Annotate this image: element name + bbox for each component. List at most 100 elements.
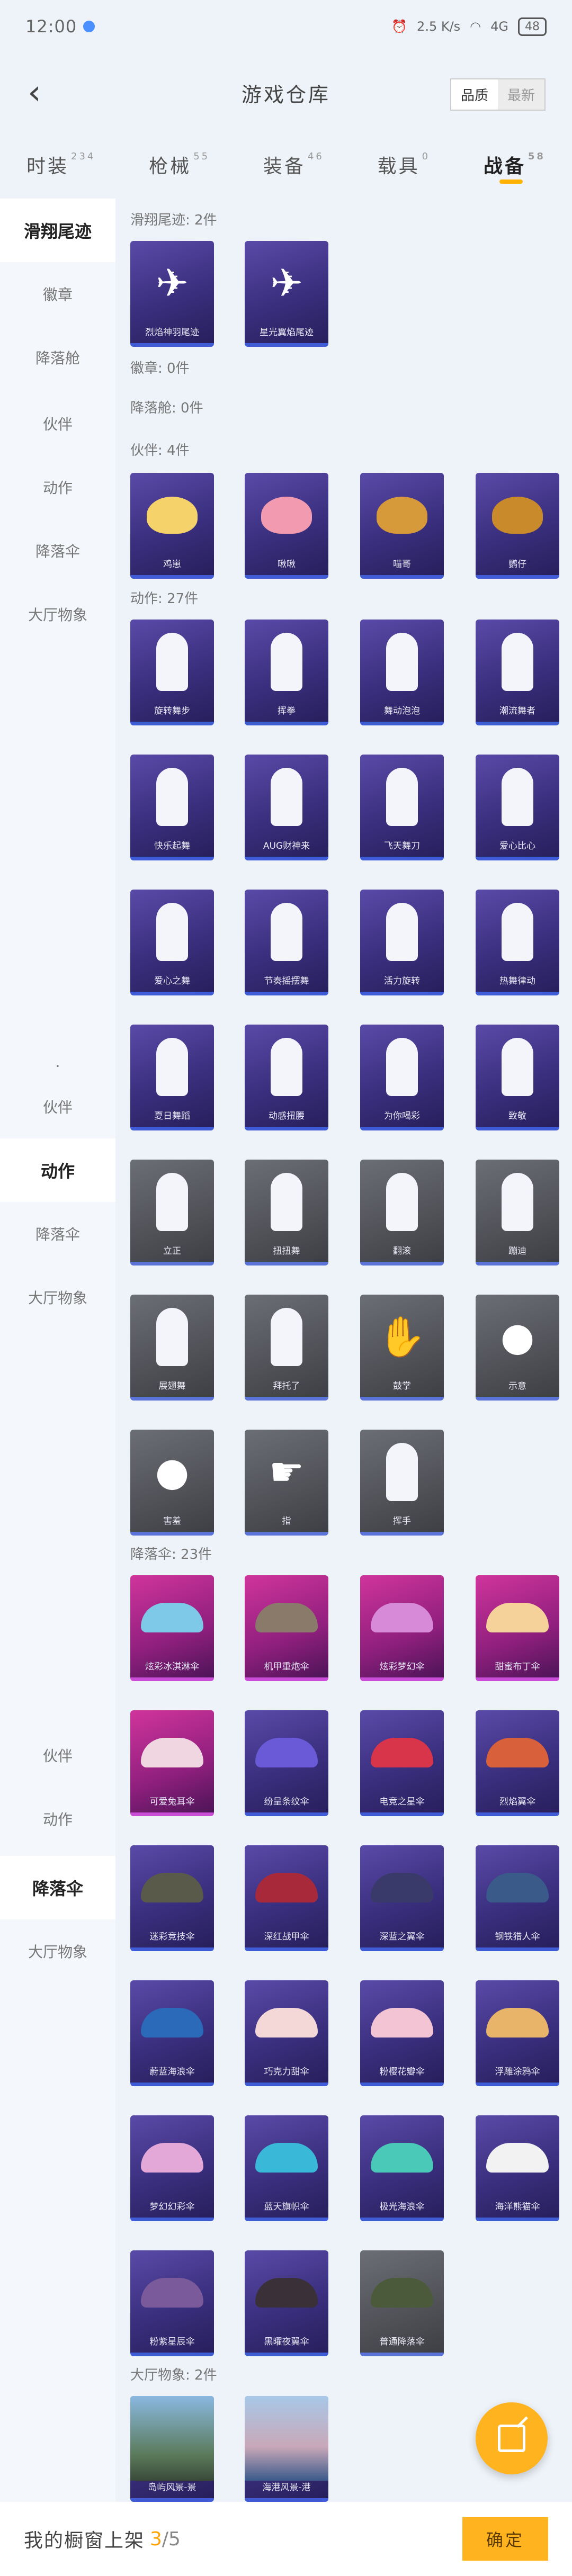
item-card[interactable]: 电竞之星伞 (360, 1710, 444, 1816)
item-card[interactable]: ● 害羞 (130, 1430, 214, 1536)
item-card[interactable]: 喵哥 (360, 473, 444, 579)
item-card[interactable]: 烈焰翼伞 (476, 1710, 559, 1816)
item-card[interactable]: 炫彩冰淇淋伞 (130, 1575, 214, 1681)
item-card[interactable]: 旋转舞步 (130, 620, 214, 725)
item-card[interactable]: 节奏摇摆舞 (245, 890, 328, 995)
item-card[interactable]: 深蓝之翼伞 (360, 1845, 444, 1951)
item-card[interactable]: 岛屿风景-景 (130, 2396, 214, 2502)
item-card[interactable]: ✈ 星光翼焰尾迹 (245, 241, 328, 347)
item-card[interactable]: 拜托了 (245, 1295, 328, 1401)
item-card[interactable]: 致敬 (476, 1025, 559, 1130)
tab-guns[interactable]: 枪械 55 (149, 140, 210, 193)
item-card[interactable]: 挥手 (360, 1430, 444, 1536)
sort-toggle[interactable]: 品质 最新 (450, 78, 546, 111)
item-card[interactable]: 甜蜜布丁伞 (476, 1575, 559, 1681)
sidebar-item-emote[interactable]: 动作 (0, 1138, 115, 1202)
item-card[interactable]: 机甲重炮伞 (245, 1575, 328, 1681)
sidebar-item-lobby[interactable]: 大厅物象 (0, 1919, 115, 1983)
dancer-icon (476, 755, 559, 839)
item-card[interactable]: 挥拳 (245, 620, 328, 725)
figure-icon (130, 1160, 214, 1244)
tab-equipment[interactable]: 装备 46 (263, 140, 324, 193)
sidebar-item-partner[interactable]: 伙伴 (0, 1724, 115, 1787)
item-card[interactable]: 立正 (130, 1160, 214, 1265)
item-label: 烈焰翼伞 (499, 1797, 535, 1807)
item-card[interactable]: 巧克力甜伞 (245, 1980, 328, 2086)
item-card[interactable]: 飞天舞刀 (360, 755, 444, 860)
item-card[interactable]: ✋ 鼓掌 (360, 1295, 444, 1401)
item-card[interactable]: 爱心比心 (476, 755, 559, 860)
figure-icon (130, 1295, 214, 1379)
item-card[interactable]: 普通降落伞 (360, 2250, 444, 2356)
item-card[interactable]: 鸡崽 (130, 473, 214, 579)
item-label: 翻滚 (393, 1246, 411, 1256)
sidebar-item-pod[interactable]: 降落舱 (0, 326, 115, 389)
item-card[interactable]: 迷彩竞技伞 (130, 1845, 214, 1951)
header: ‹ 游戏仓库 品质 最新 (0, 64, 572, 122)
sidebar-item-lobby[interactable]: 大厅物象 (0, 1265, 115, 1329)
item-card[interactable]: 黑曜夜翼伞 (245, 2250, 328, 2356)
confirm-button[interactable]: 确定 (462, 2517, 548, 2561)
sidebar-item-emote[interactable]: 动作 (0, 1787, 115, 1851)
back-chevron-icon[interactable]: ‹ (16, 73, 53, 112)
dancer-icon (130, 620, 214, 704)
item-card[interactable]: AUG财神来 (245, 755, 328, 860)
item-card[interactable]: 活力旋转 (360, 890, 444, 995)
item-card[interactable]: 海港风景-港 (245, 2396, 328, 2502)
item-card[interactable]: 翻滚 (360, 1160, 444, 1265)
sidebar-item-lobby[interactable]: 大厅物象 (0, 582, 115, 646)
item-card[interactable]: 梦幻幻彩伞 (130, 2115, 214, 2221)
item-card[interactable]: 为你喝彩 (360, 1025, 444, 1130)
item-card[interactable]: 炫彩梦幻伞 (360, 1575, 444, 1681)
item-card[interactable]: ● 示意 (476, 1295, 559, 1401)
tab-vehicles[interactable]: 载具 0 (378, 140, 430, 193)
item-label: 热舞律动 (499, 976, 535, 986)
item-card[interactable]: 粉紫星辰伞 (130, 2250, 214, 2356)
item-card[interactable]: ☛ 指 (245, 1430, 328, 1536)
parachute-icon (130, 2115, 214, 2200)
item-card[interactable]: 潮流舞者 (476, 620, 559, 725)
item-card[interactable]: 深红战甲伞 (245, 1845, 328, 1951)
item-card[interactable]: 热舞律动 (476, 890, 559, 995)
tab-battle-gear[interactable]: 战备 58 (484, 140, 546, 193)
sidebar-item-parachute[interactable]: 降落伞 (0, 519, 115, 582)
dancer-icon (245, 755, 328, 839)
sidebar-item-glide-trail[interactable]: 滑翔尾迹 (0, 199, 115, 262)
item-card[interactable]: 啾啾 (245, 473, 328, 579)
tab-fashion[interactable]: 时装 234 (26, 140, 95, 193)
item-card[interactable]: 展翅舞 (130, 1295, 214, 1401)
item-card[interactable]: 快乐起舞 (130, 755, 214, 860)
sidebar-item-parachute[interactable]: 降落伞 (0, 1202, 115, 1265)
item-card[interactable]: 爱心之舞 (130, 890, 214, 995)
item-card[interactable]: 海洋熊猫伞 (476, 2115, 559, 2221)
item-card[interactable]: 蓝天旗帜伞 (245, 2115, 328, 2221)
item-card[interactable]: 纷呈条纹伞 (245, 1710, 328, 1816)
sort-quality-button[interactable]: 品质 (451, 79, 498, 110)
sidebar-item-badge[interactable]: 徽章 (0, 262, 115, 326)
item-card[interactable]: 粉樱花瓣伞 (360, 1980, 444, 2086)
item-card[interactable]: 舞动泡泡 (360, 620, 444, 725)
item-label: 鹦仔 (508, 559, 526, 570)
sort-latest-button[interactable]: 最新 (497, 79, 544, 110)
share-button[interactable] (476, 2402, 548, 2474)
item-card[interactable]: 动感扭腰 (245, 1025, 328, 1130)
item-card[interactable]: 夏日舞蹈 (130, 1025, 214, 1130)
item-label: 害羞 (163, 1516, 181, 1527)
item-card[interactable]: 浮雕涂鸦伞 (476, 1980, 559, 2086)
sidebar-item-parachute[interactable]: 降落伞 (0, 1856, 115, 1919)
item-card[interactable]: 蹦迪 (476, 1160, 559, 1265)
sidebar-item-partner[interactable]: 伙伴 (0, 392, 115, 455)
item-card[interactable]: ✈ 烈焰神羽尾迹 (130, 241, 214, 347)
item-card[interactable]: 鹦仔 (476, 473, 559, 579)
parachute-icon (476, 2115, 559, 2200)
sidebar-item-partner[interactable]: 伙伴 (0, 1075, 115, 1138)
item-label: 动感扭腰 (269, 1111, 305, 1121)
sidebar-item-emote[interactable]: 动作 (0, 455, 115, 519)
item-card[interactable]: 蔚蓝海浪伞 (130, 1980, 214, 2086)
item-label: 炫彩冰淇淋伞 (145, 1662, 199, 1672)
item-card[interactable]: 钢铁猎人伞 (476, 1845, 559, 1951)
item-card[interactable]: 极光海浪伞 (360, 2115, 444, 2221)
parachute-icon (245, 1980, 328, 2065)
item-card[interactable]: 可爱兔耳伞 (130, 1710, 214, 1816)
item-card[interactable]: 扭扭舞 (245, 1160, 328, 1265)
